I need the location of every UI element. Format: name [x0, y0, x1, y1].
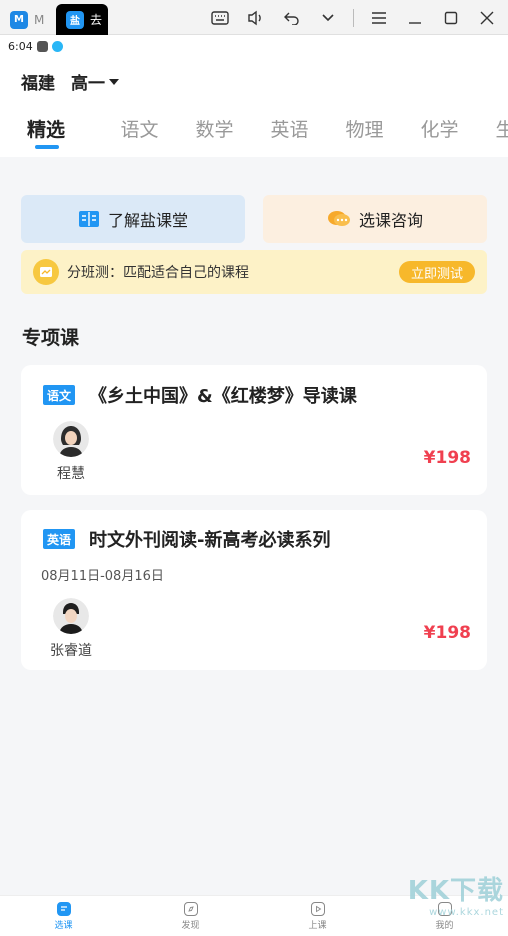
teacher-avatar — [53, 598, 89, 634]
nav-label: 上课 — [308, 920, 327, 931]
nav-discover[interactable]: 发现 — [127, 896, 254, 936]
placement-test-banner[interactable]: 分班测：匹配适合自己的课程 立即测试 — [21, 250, 487, 294]
close-icon[interactable] — [476, 7, 498, 29]
course-card[interactable]: 语文 《乡土中国》&《红楼梦》导读课 程慧 ¥198 — [21, 365, 487, 495]
app-notification-icon — [51, 40, 63, 52]
notification-bell-icon — [36, 40, 48, 52]
test-icon — [33, 259, 59, 285]
course-date: 08月11日-08月16日 — [41, 569, 164, 584]
app-icon: 盐 — [66, 10, 84, 29]
tab-label: 精选 — [27, 119, 66, 141]
nav-label: 选课 — [54, 920, 73, 931]
app-tab-2[interactable]: 盐 去 — [56, 4, 108, 35]
teacher-info: 程慧 — [46, 421, 96, 483]
watermark-text: KK下载 — [407, 876, 504, 906]
consult-button[interactable]: 选课咨询 — [263, 195, 487, 243]
page-header: 福建 高一 精选 语文 数学 英语 物理 化学 生物 — [0, 57, 508, 157]
about-button[interactable]: 了解盐课堂 — [21, 195, 245, 243]
section-title: 专项课 — [22, 327, 80, 349]
courses-icon — [56, 901, 71, 916]
minimize-icon[interactable] — [404, 7, 426, 29]
caret-down-icon — [109, 78, 119, 85]
active-tab-indicator — [35, 145, 59, 149]
course-price: ¥198 — [423, 623, 471, 643]
grade-label: 高一 — [71, 74, 105, 94]
course-card[interactable]: 英语 时文外刊阅读-新高考必读系列 08月11日-08月16日 张睿道 ¥198 — [21, 510, 487, 670]
maximize-icon[interactable] — [440, 7, 462, 29]
menu-icon[interactable] — [368, 7, 390, 29]
book-icon — [78, 211, 99, 227]
nav-label: 我的 — [435, 920, 454, 931]
app-tab-1[interactable]: M M — [10, 4, 58, 35]
phone-screen: 6:04 福建 高一 精选 语文 数学 英语 物理 化学 生物 了解盐课堂 — [0, 35, 508, 936]
tab-chemistry[interactable]: 化学 — [402, 115, 477, 155]
nav-courses[interactable]: 选课 — [0, 896, 127, 936]
tab-chinese[interactable]: 语文 — [102, 115, 177, 155]
tab-english[interactable]: 英语 — [252, 115, 327, 155]
status-time: 6:04 — [8, 39, 33, 53]
app-tab-label: 去 — [90, 13, 103, 27]
about-label: 了解盐课堂 — [107, 211, 188, 230]
consult-label: 选课咨询 — [358, 211, 423, 230]
teacher-avatar — [53, 421, 89, 457]
emulator-toolbar: M M 盐 去 — [0, 0, 508, 35]
watermark-url: www.kkx.net — [429, 907, 504, 918]
teacher-info: 张睿道 — [46, 598, 96, 660]
placement-text: 分班测：匹配适合自己的课程 — [67, 265, 249, 281]
chat-bubble-icon — [327, 211, 350, 226]
status-bar: 6:04 — [0, 35, 508, 57]
keyboard-icon[interactable] — [209, 7, 231, 29]
tab-math[interactable]: 数学 — [177, 115, 252, 155]
start-test-button[interactable]: 立即测试 — [398, 261, 475, 283]
tab-physics[interactable]: 物理 — [327, 115, 402, 155]
course-price: ¥198 — [423, 448, 471, 468]
nav-label: 发现 — [181, 920, 200, 931]
app-tab-label: M — [34, 12, 45, 27]
teacher-name: 张睿道 — [50, 643, 92, 659]
subject-tag: 语文 — [43, 385, 76, 405]
teacher-name: 程慧 — [57, 466, 85, 482]
tab-featured[interactable]: 精选 — [0, 115, 102, 155]
subject-tag: 英语 — [43, 529, 76, 549]
app-icon: M — [10, 10, 28, 29]
toolbar-divider — [353, 9, 354, 27]
course-title: 《乡土中国》&《红楼梦》导读课 — [89, 386, 357, 407]
site-watermark: KK下载 www.kkx.net — [408, 870, 504, 918]
region-selector[interactable]: 福建 — [21, 69, 55, 94]
back-icon[interactable] — [281, 7, 303, 29]
tab-biology[interactable]: 生物 — [477, 115, 508, 155]
volume-icon[interactable] — [245, 7, 267, 29]
play-icon — [310, 901, 325, 916]
grade-selector[interactable]: 高一 — [71, 69, 119, 94]
compass-icon — [183, 901, 198, 916]
subject-tabs: 精选 语文 数学 英语 物理 化学 生物 — [0, 115, 508, 155]
chevron-down-icon[interactable] — [317, 7, 339, 29]
course-title: 时文外刊阅读-新高考必读系列 — [89, 530, 331, 551]
nav-classes[interactable]: 上课 — [254, 896, 381, 936]
